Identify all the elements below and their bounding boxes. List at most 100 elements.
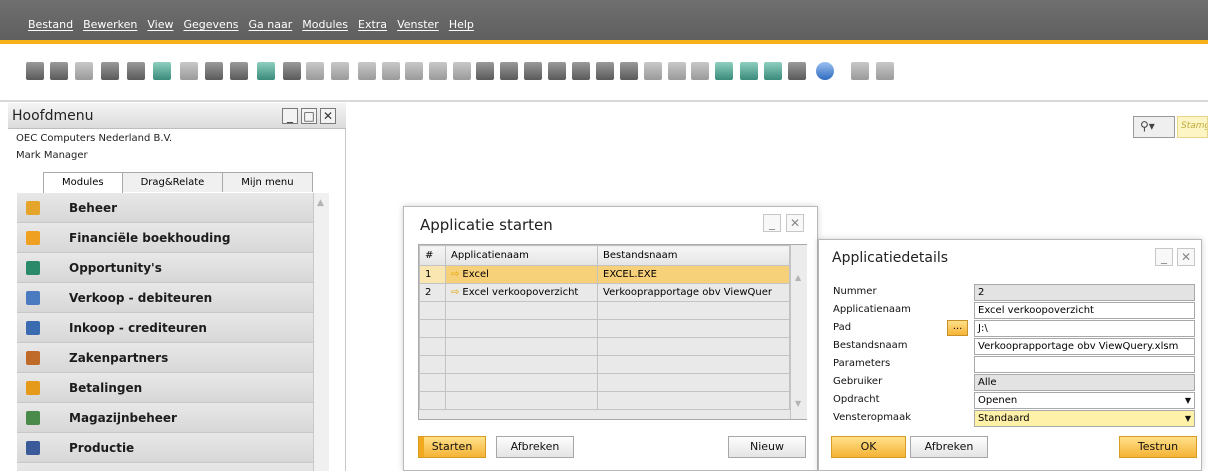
browse-button[interactable]: ... (947, 320, 968, 336)
bestandsnaam-input[interactable]: Verkooprapportage obv ViewQuery.xlsm (974, 338, 1195, 355)
word-export-icon[interactable] (180, 62, 198, 80)
launch-app-icon[interactable] (205, 62, 223, 80)
document-icon[interactable] (127, 62, 145, 80)
find-icon[interactable] (257, 62, 275, 80)
transaction-journal-icon[interactable] (596, 62, 614, 80)
activity-icon[interactable] (620, 62, 638, 80)
opdracht-select[interactable]: Openen ▼ (974, 392, 1195, 409)
module-label: Verkoop - debiteuren (69, 291, 213, 305)
first-record-icon[interactable] (331, 62, 349, 80)
row-app-name: ⇨ Excel verkoopoverzicht (445, 283, 598, 302)
cancel-button[interactable]: Afbreken (496, 436, 574, 458)
details-cancel-button[interactable]: Afbreken (910, 436, 988, 458)
search-button[interactable]: ⚲▾ (1133, 116, 1175, 138)
module-list-scrollbar[interactable]: ▲ (313, 193, 329, 471)
menu-venster[interactable]: Venster (397, 18, 439, 31)
next-record-icon[interactable] (382, 62, 400, 80)
module-item[interactable]: Zakenpartners (17, 343, 313, 373)
table-row[interactable]: 2 ⇨ Excel verkoopoverzicht Verkooprapportag… (419, 283, 790, 302)
vensteropmaak-select[interactable]: Standaard ▼ (974, 410, 1195, 427)
link-arrow-icon[interactable]: ⇨ (451, 269, 459, 280)
tab-modules[interactable]: Modules (43, 172, 123, 193)
module-item[interactable]: Magazijnbeheer (17, 403, 313, 433)
app-start-close-button[interactable]: ✕ (786, 214, 804, 232)
maximize-button[interactable]: □ (301, 108, 317, 124)
module-label: Opportunity's (69, 261, 162, 275)
menu-ga-naar[interactable]: Ga naar (249, 18, 293, 31)
minimize-button[interactable]: _ (282, 108, 298, 124)
add-icon[interactable] (283, 62, 301, 80)
settings-icon[interactable] (524, 62, 542, 80)
menu-help[interactable]: Help (449, 18, 474, 31)
base-document-icon[interactable] (476, 62, 494, 80)
menu-extra[interactable]: Extra (358, 18, 387, 31)
module-item[interactable]: Inkoop - crediteuren (17, 313, 313, 343)
module-icon (26, 381, 40, 395)
messages-icon[interactable] (740, 62, 758, 80)
sort-icon[interactable] (429, 62, 447, 80)
last-record-icon[interactable] (405, 62, 423, 80)
module-label: Betalingen (69, 381, 143, 395)
link-arrow-icon[interactable]: ⇨ (451, 287, 459, 298)
ok-button[interactable]: OK (831, 436, 906, 458)
close-screen-icon[interactable] (876, 62, 894, 80)
pad-input[interactable]: J:\ (974, 320, 1195, 337)
field-pad: Pad J:\ (829, 320, 1197, 338)
app-start-minimize-button[interactable]: _ (763, 214, 781, 232)
tools-icon[interactable] (691, 62, 709, 80)
applicatienaam-input[interactable]: Excel verkoopoverzicht (974, 302, 1195, 319)
settings-form-icon[interactable] (668, 62, 686, 80)
menu-bestand[interactable]: Bestand (28, 18, 73, 31)
help-icon[interactable] (816, 62, 834, 80)
print-icon[interactable] (50, 62, 68, 80)
module-item[interactable]: Opportunity's (17, 253, 313, 283)
lock-icon[interactable] (230, 62, 248, 80)
excel-export-icon[interactable] (153, 62, 171, 80)
menu-modules[interactable]: Modules (302, 18, 348, 31)
calendar-icon[interactable] (715, 62, 733, 80)
module-item[interactable]: Beheer (17, 193, 313, 223)
app-details-close-button[interactable]: ✕ (1177, 248, 1195, 266)
sort-asc-icon[interactable] (453, 62, 471, 80)
module-icon (26, 291, 40, 305)
start-button[interactable]: Starten (418, 436, 486, 458)
export-pdf-icon[interactable] (101, 62, 119, 80)
filter-icon[interactable] (306, 62, 324, 80)
grid-scrollbar[interactable]: ▲ ▼ (790, 245, 807, 419)
testrun-button[interactable]: Testrun (1119, 436, 1197, 458)
print-preview-icon[interactable] (26, 62, 44, 80)
menu-view[interactable]: View (147, 18, 173, 31)
module-item[interactable]: Betalingen (17, 373, 313, 403)
target-document-icon[interactable] (500, 62, 518, 80)
scroll-down-icon: ▼ (795, 399, 802, 408)
close-button[interactable]: ✕ (320, 108, 336, 124)
module-item[interactable]: Financiële boekhouding (17, 223, 313, 253)
tab-mijn-menu[interactable]: Mijn menu (222, 172, 313, 192)
org-chart-icon[interactable] (788, 62, 806, 80)
module-item[interactable]: MRP (17, 463, 313, 471)
main-menu-title: Hoofdmenu (12, 108, 94, 124)
calculator-icon[interactable] (764, 62, 782, 80)
menu-bewerken[interactable]: Bewerken (83, 18, 137, 31)
edit-icon[interactable] (644, 62, 662, 80)
field-parameters: Parameters (829, 356, 1197, 374)
new-button[interactable]: Nieuw (728, 436, 806, 458)
table-row[interactable]: 1 ⇨ Excel EXCEL.EXE (419, 265, 790, 284)
email-icon[interactable] (75, 62, 93, 80)
master-data-search-field[interactable]: Stamgegevens (1177, 116, 1208, 138)
tab-drag-relate[interactable]: Drag&Relate (121, 172, 224, 192)
module-icon (26, 231, 40, 245)
module-item[interactable]: Productie (17, 433, 313, 463)
column-header-applicatienaam: Applicatienaam (445, 245, 598, 266)
field-vensteropmaak: Vensteropmaak Standaard ▼ (829, 410, 1197, 428)
parameters-input[interactable] (974, 356, 1195, 373)
module-item[interactable]: Verkoop - debiteuren (17, 283, 313, 313)
menu-gegevens[interactable]: Gegevens (184, 18, 239, 31)
app-details-minimize-button[interactable]: _ (1155, 248, 1173, 266)
gross-profit-icon[interactable] (572, 62, 590, 80)
app-start-title: Applicatie starten (420, 216, 553, 234)
previous-record-icon[interactable] (358, 62, 376, 80)
copy-icon[interactable] (548, 62, 566, 80)
lock-screen-icon[interactable] (851, 62, 869, 80)
field-nummer: Nummer 2 (829, 284, 1197, 302)
